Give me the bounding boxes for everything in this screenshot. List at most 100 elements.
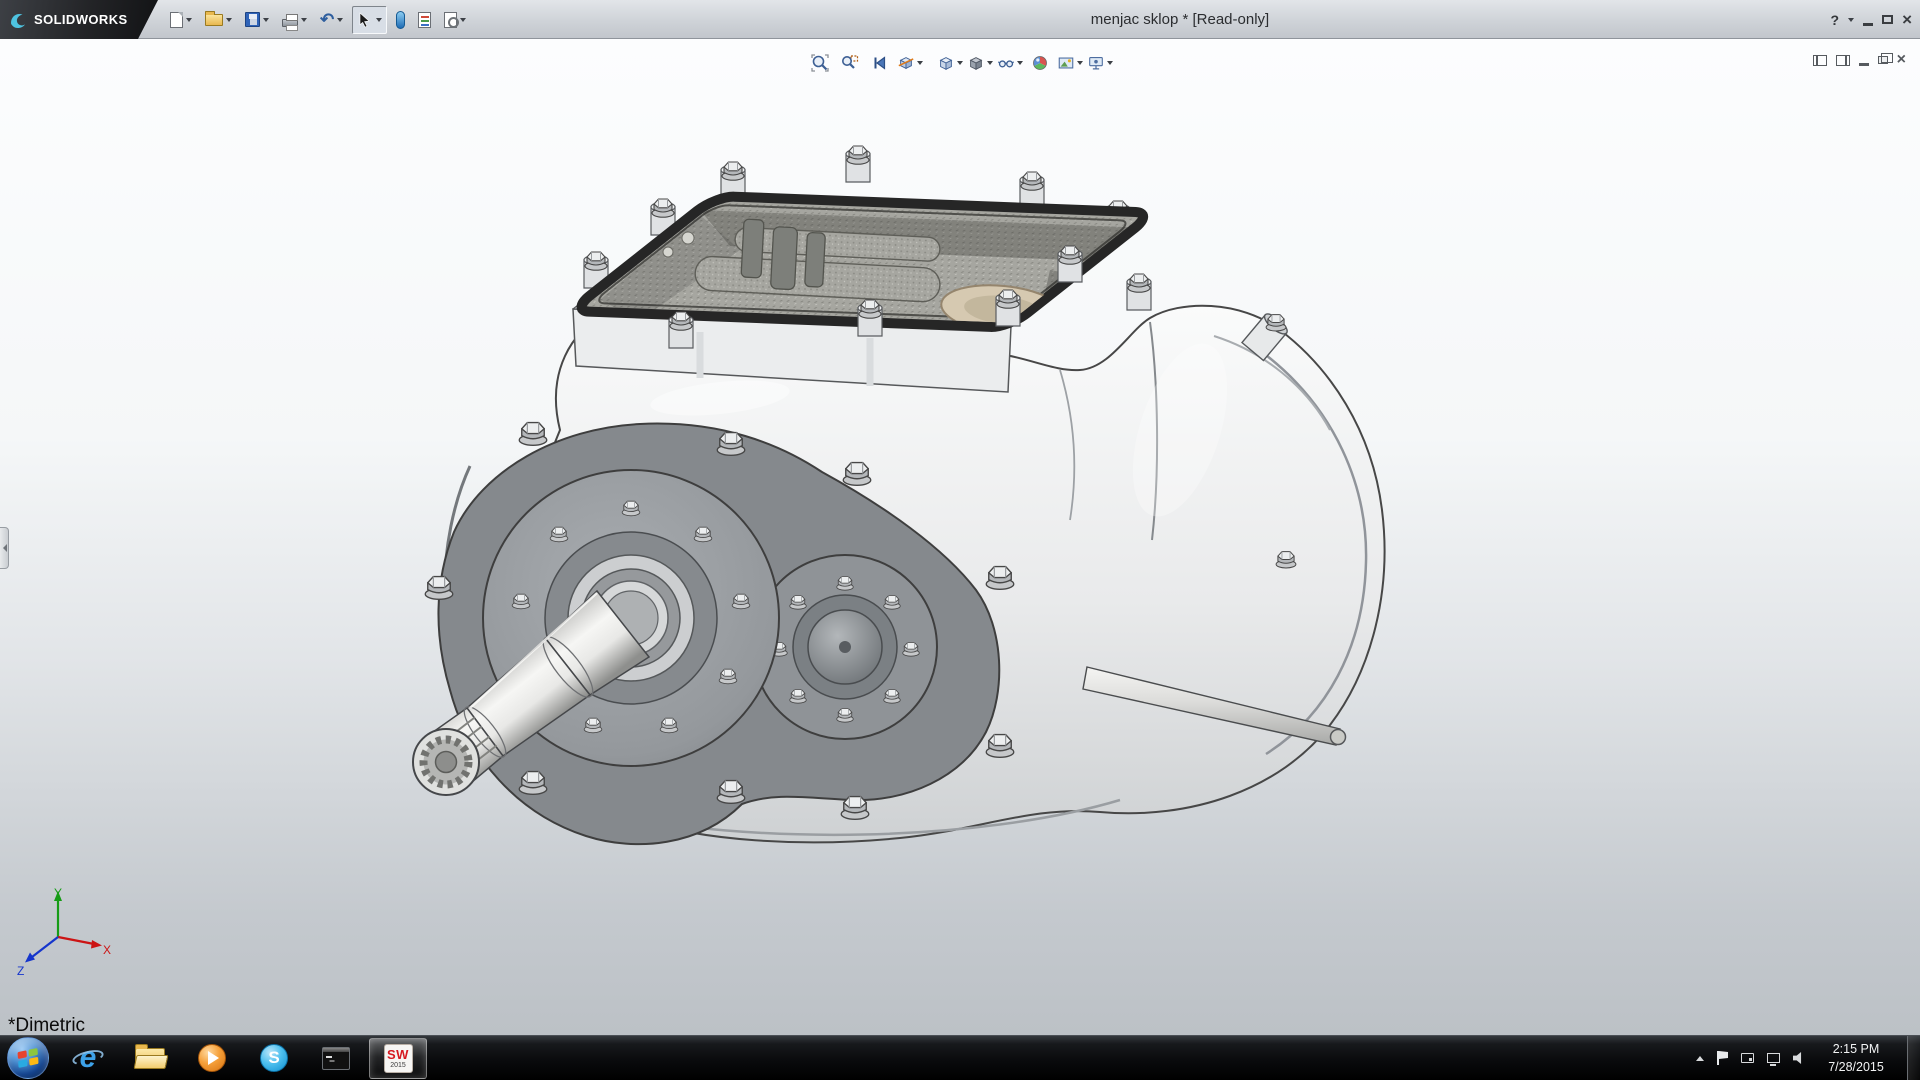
- doc-close-button[interactable]: ×: [1897, 52, 1906, 68]
- chevron-down-icon: [1107, 61, 1113, 65]
- skype-icon: S: [260, 1044, 288, 1072]
- taskbar-solidworks-active[interactable]: SW 2015: [369, 1038, 427, 1079]
- new-document-button[interactable]: [166, 6, 196, 34]
- pane-right-icon[interactable]: [1836, 55, 1850, 66]
- select-cursor-icon: [357, 12, 373, 28]
- open-button[interactable]: [201, 6, 236, 34]
- zoom-to-area-icon: [840, 53, 860, 73]
- zoom-to-fit-button[interactable]: [807, 51, 833, 75]
- doc-minimize-button[interactable]: [1859, 63, 1869, 66]
- view-orientation-label: *Dimetric: [8, 1015, 85, 1037]
- gearbox-3d-model[interactable]: [0, 39, 1920, 1035]
- previous-view-button[interactable]: [867, 51, 893, 75]
- restore-button[interactable]: [1882, 15, 1893, 24]
- taskbar-windows-explorer[interactable]: [121, 1038, 179, 1079]
- graphics-viewport[interactable]: × Y X Z *Dimetric: [0, 39, 1920, 1035]
- hide-show-items-button[interactable]: [997, 51, 1023, 75]
- speaker-icon[interactable]: [1793, 1052, 1806, 1065]
- view-settings-button[interactable]: [1087, 51, 1113, 75]
- chevron-down-icon: [186, 18, 192, 22]
- solidworks-window: SOLIDWORKS ↶: [0, 0, 1920, 1080]
- zoom-to-fit-icon: [810, 53, 830, 73]
- save-button[interactable]: [241, 6, 273, 34]
- display-style-icon: [967, 53, 985, 73]
- chevron-down-icon: [1017, 61, 1023, 65]
- window-controls: ? ×: [1831, 0, 1913, 39]
- quick-access-toolbar: ↶: [166, 0, 470, 39]
- view-orientation-cube-icon: [937, 53, 955, 73]
- chevron-down-icon: [957, 61, 963, 65]
- hide-show-glasses-icon: [997, 53, 1015, 73]
- apply-scene-icon: [1057, 53, 1075, 73]
- solidworks-icon: SW 2015: [384, 1044, 413, 1073]
- triad-x-label: X: [103, 943, 111, 957]
- chevron-down-icon: [987, 61, 993, 65]
- start-button[interactable]: [7, 1037, 49, 1079]
- zoom-to-area-button[interactable]: [837, 51, 863, 75]
- rebuild-button[interactable]: [392, 6, 409, 34]
- brand-text: SOLIDWORKS: [34, 12, 128, 27]
- taskbar-internet-explorer[interactable]: e: [59, 1038, 117, 1079]
- doc-restore-button[interactable]: [1878, 56, 1888, 64]
- chevron-down-icon: [301, 18, 307, 22]
- featuremanager-flyout-tab[interactable]: [0, 527, 9, 569]
- minimize-button[interactable]: [1863, 23, 1873, 26]
- taskbar-command-prompt[interactable]: [307, 1038, 365, 1079]
- heads-up-view-toolbar: [807, 51, 1113, 75]
- display-style-button[interactable]: [967, 51, 993, 75]
- folder-icon: [135, 1048, 165, 1069]
- show-desktop-button[interactable]: [1907, 1036, 1920, 1080]
- title-bar: SOLIDWORKS ↶: [0, 0, 1920, 39]
- view-settings-icon: [1087, 53, 1105, 73]
- internet-explorer-icon: e: [73, 1043, 103, 1073]
- close-button[interactable]: ×: [1902, 11, 1912, 28]
- pane-left-icon[interactable]: [1813, 55, 1827, 66]
- triad-z-label: Z: [17, 964, 24, 977]
- windows-taskbar: e S SW 2015 2:15: [0, 1035, 1920, 1080]
- taskbar-media-player[interactable]: [183, 1038, 241, 1079]
- new-document-icon: [170, 12, 183, 28]
- media-player-icon: [198, 1044, 226, 1072]
- brand-plate: SOLIDWORKS: [0, 0, 158, 39]
- previous-view-icon: [870, 53, 890, 73]
- windows-flag-icon: [18, 1048, 39, 1067]
- clock-time: 2:15 PM: [1819, 1040, 1893, 1058]
- clock-date: 7/28/2015: [1819, 1058, 1893, 1076]
- section-view-icon: [897, 53, 915, 73]
- apply-scene-button[interactable]: [1057, 51, 1083, 75]
- undo-icon: ↶: [320, 11, 334, 28]
- print-icon: [282, 19, 298, 27]
- chevron-down-icon: [337, 18, 343, 22]
- select-tool-button[interactable]: [352, 6, 387, 34]
- save-icon: [245, 12, 260, 27]
- taskbar-clock[interactable]: 2:15 PM 7/28/2015: [1819, 1040, 1893, 1076]
- device-icon[interactable]: [1741, 1053, 1754, 1063]
- file-properties-icon: [418, 12, 431, 28]
- help-button[interactable]: ?: [1831, 12, 1840, 28]
- chevron-down-icon: [226, 18, 232, 22]
- view-orientation-button[interactable]: [937, 51, 963, 75]
- print-button[interactable]: [278, 6, 311, 34]
- orientation-triad: Y X Z: [16, 885, 112, 977]
- open-folder-icon: [205, 14, 223, 26]
- document-window-controls: ×: [1813, 52, 1906, 68]
- options-gear-icon: [444, 12, 457, 28]
- tray-expand-icon[interactable]: [1696, 1056, 1704, 1061]
- rebuild-capsule-icon: [396, 11, 405, 29]
- secondary-boss[interactable]: [753, 555, 937, 739]
- options-button[interactable]: [440, 6, 470, 34]
- chevron-down-icon: [460, 18, 466, 22]
- action-center-flag-icon[interactable]: [1717, 1051, 1728, 1065]
- network-icon[interactable]: [1767, 1053, 1780, 1063]
- section-view-button[interactable]: [897, 51, 923, 75]
- file-properties-button[interactable]: [414, 6, 435, 34]
- chevron-down-icon: [917, 61, 923, 65]
- edit-appearance-sphere-icon: [1030, 53, 1050, 73]
- system-tray: 2:15 PM 7/28/2015: [1696, 1036, 1903, 1080]
- undo-button[interactable]: ↶: [316, 6, 347, 34]
- edit-appearance-button[interactable]: [1027, 51, 1053, 75]
- chevron-down-icon: [1077, 61, 1083, 65]
- triad-y-label: Y: [54, 886, 62, 900]
- taskbar-skype[interactable]: S: [245, 1038, 303, 1079]
- chevron-down-icon[interactable]: [1848, 18, 1854, 22]
